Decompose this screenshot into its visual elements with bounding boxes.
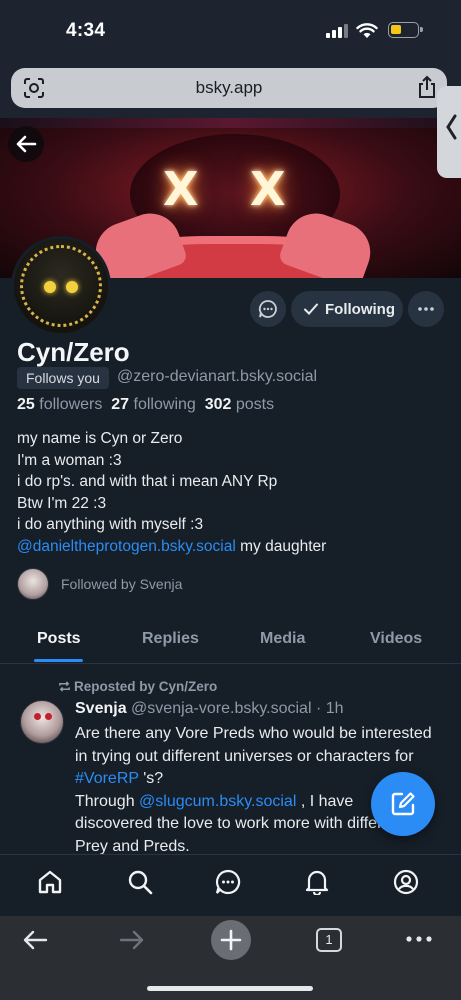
profile-tabs: Posts Replies Media Videos	[0, 614, 461, 664]
bio-line: i do anything with myself :3	[17, 516, 204, 533]
browser-address-area: bsky.app	[0, 62, 461, 118]
compose-button[interactable]	[371, 772, 435, 836]
bio-line: i do rp's. and with that i mean ANY Rp	[17, 473, 278, 490]
plus-icon	[220, 929, 242, 951]
app-bottom-nav	[0, 854, 461, 916]
cellular-signal-icon	[326, 24, 348, 38]
message-button[interactable]	[250, 291, 286, 327]
profile-stats: 25 followers 27 following 302 posts	[17, 396, 274, 414]
browser-forward-icon[interactable]	[119, 928, 145, 952]
wifi-icon	[356, 23, 378, 38]
battery-icon	[388, 22, 423, 38]
active-tab-indicator	[34, 659, 83, 662]
browser-menu-icon[interactable]	[405, 934, 433, 944]
bio-line: Btw I'm 22 :3	[17, 494, 107, 512]
home-icon[interactable]	[37, 869, 63, 895]
tab-replies[interactable]: Replies	[142, 630, 199, 648]
checkmark-icon	[304, 303, 318, 315]
post-time: · 1h	[315, 700, 344, 717]
post-author-handle[interactable]: @svenja-vore.bsky.social	[131, 700, 311, 717]
back-button[interactable]	[8, 126, 44, 162]
chevron-left-icon	[446, 114, 457, 140]
status-bar: 4:34	[0, 0, 461, 62]
chat-icon[interactable]	[215, 869, 241, 895]
following-button[interactable]: Following	[291, 291, 403, 327]
tab-switcher-button[interactable]: 1	[316, 928, 342, 952]
url-text[interactable]: bsky.app	[11, 78, 447, 98]
compose-pencil-icon	[391, 792, 415, 816]
chat-bubble-icon	[258, 300, 277, 318]
bio-line: my name is Cyn or Zero	[17, 430, 183, 447]
hashtag-link[interactable]: #VoreRP	[75, 770, 139, 787]
bio-line: @danieltheprotogen.bsky.social my daught…	[17, 537, 327, 555]
notifications-bell-icon[interactable]	[304, 869, 330, 895]
tab-posts[interactable]: Posts	[37, 630, 81, 648]
share-icon[interactable]	[417, 75, 437, 99]
post-header: Svenja @svenja-vore.bsky.social · 1h	[75, 700, 344, 718]
profile-icon[interactable]	[393, 869, 419, 895]
ellipsis-icon	[418, 307, 434, 311]
post-mention-link[interactable]: @slugcum.bsky.social	[139, 793, 296, 810]
display-name: Cyn/Zero	[17, 337, 130, 367]
arrow-left-icon	[16, 135, 37, 153]
search-icon[interactable]	[127, 869, 153, 895]
tab-videos[interactable]: Videos	[370, 630, 422, 648]
posts-count: 302 posts	[204, 396, 275, 413]
browser-back-icon[interactable]	[22, 928, 48, 952]
post-author-avatar[interactable]	[20, 700, 64, 744]
status-time: 4:34	[66, 20, 106, 41]
bio-mention-link[interactable]: @danieltheprotogen.bsky.social	[17, 538, 236, 555]
more-options-button[interactable]	[408, 291, 444, 327]
home-indicator	[147, 986, 313, 991]
new-tab-button[interactable]	[211, 920, 251, 960]
followers-link[interactable]: 25 followers	[17, 396, 102, 413]
post-author-name[interactable]: Svenja	[75, 700, 127, 717]
side-panel-handle[interactable]	[437, 86, 461, 178]
bio-line: I'm a woman :3	[17, 451, 122, 469]
following-button-label: Following	[325, 301, 395, 318]
profile-avatar[interactable]	[11, 236, 111, 336]
follows-you-badge: Follows you	[17, 367, 109, 389]
followed-by-avatar[interactable]	[17, 568, 49, 600]
followed-by-text[interactable]: Followed by Svenja	[61, 576, 182, 592]
profile-handle: @zero-devianart.bsky.social	[117, 368, 318, 385]
tab-media[interactable]: Media	[260, 630, 305, 648]
following-link[interactable]: 27 following	[111, 396, 196, 413]
repost-icon	[59, 681, 70, 692]
repost-label[interactable]: Reposted by Cyn/Zero	[58, 679, 217, 694]
address-bar[interactable]: bsky.app	[11, 68, 447, 108]
profile-bio: my name is Cyn or Zero I'm a woman :3 i …	[17, 428, 447, 557]
